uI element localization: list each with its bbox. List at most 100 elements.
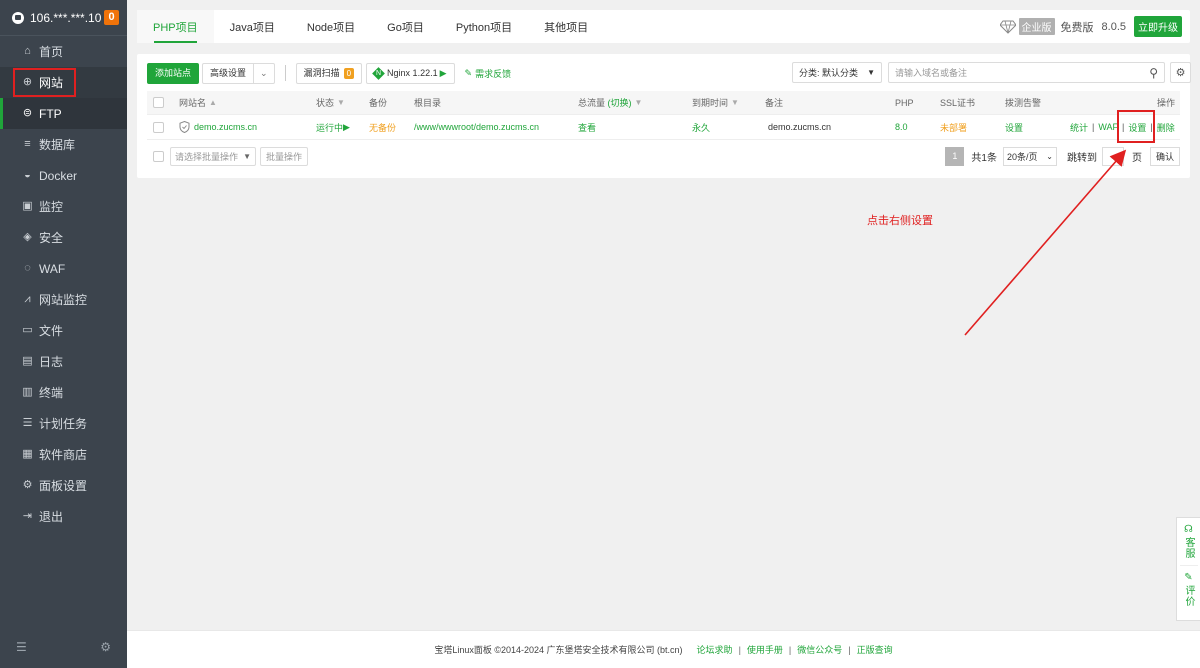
search-icon[interactable]: ⚲ <box>1149 66 1158 80</box>
total-count: 共1条 <box>971 152 997 164</box>
sidebar-item-store[interactable]: ▦ 软件商店 <box>0 439 127 470</box>
sidebar-item-database[interactable]: ≡ 数据库 <box>0 129 127 160</box>
caret-down-icon: ▼ <box>243 151 251 161</box>
header-ops: 操作 <box>1157 98 1176 108</box>
edition-info: 企业版 免费版 8.0.5 立即升级 <box>999 10 1190 43</box>
vuln-scan-label: 漏洞扫描 <box>303 67 340 78</box>
header-name[interactable]: 网站名 ▲ <box>179 91 217 114</box>
feedback-label: 需求反馈 <box>475 68 512 79</box>
vuln-scan-button[interactable]: 漏洞扫描 0 <box>295 62 363 84</box>
footer-link-manual[interactable]: 使用手册 <box>747 643 783 656</box>
tab-node[interactable]: Node项目 <box>291 10 371 43</box>
traffic-switch-link[interactable]: (切换) <box>608 96 632 109</box>
settings-icon: ⚙ <box>22 479 33 491</box>
upgrade-button[interactable]: 立即升级 <box>1134 16 1182 37</box>
enterprise-badge[interactable]: 企业版 <box>1018 18 1055 35</box>
backup-link[interactable]: 无备份 <box>369 115 396 139</box>
tab-php[interactable]: PHP项目 <box>137 10 214 43</box>
review-label: 评价 <box>1183 585 1194 607</box>
review-button[interactable]: ✎ 评价 <box>1181 566 1196 607</box>
site-name-cell[interactable]: demo.zucms.cn <box>179 115 257 139</box>
menu-toggle-icon[interactable]: ☰ <box>16 640 27 654</box>
select-all-checkbox[interactable] <box>153 97 164 108</box>
jump-page-input[interactable] <box>1101 146 1124 166</box>
caret-down-icon: ▼ <box>867 68 875 77</box>
copyright-text: 宝塔Linux面板 ©2014-2024 广东堡塔安全技术有限公司 (bt.cn… <box>434 645 683 655</box>
customer-service-button[interactable]: ☊ 客服 <box>1181 518 1196 559</box>
annotation-highlight-website <box>13 68 76 97</box>
advanced-settings-button[interactable]: 高级设置 <box>202 62 255 84</box>
stats-link[interactable]: 统计 <box>1070 121 1088 134</box>
waf-link[interactable]: WAF <box>1098 122 1118 132</box>
tab-python[interactable]: Python项目 <box>440 10 528 43</box>
traffic-view-link[interactable]: 查看 <box>578 115 596 139</box>
tab-java[interactable]: Java项目 <box>214 10 291 43</box>
sidebar-item-security[interactable]: ◈ 安全 <box>0 222 127 253</box>
category-select[interactable]: 分类: 默认分类 ▼ <box>792 62 882 83</box>
sidebar-item-panel-settings[interactable]: ⚙ 面板设置 <box>0 470 127 501</box>
sidebar-item-label: 终端 <box>39 386 64 400</box>
page-size-select[interactable]: 20条/页 ⌄ <box>1002 146 1057 166</box>
sidebar-item-cron[interactable]: ☰ 计划任务 <box>0 408 127 439</box>
php-version-link[interactable]: 8.0 <box>895 115 908 139</box>
ssl-status-link[interactable]: 未部署 <box>940 115 967 139</box>
sidebar-item-label: 首页 <box>39 45 64 59</box>
note-field[interactable]: demo.zucms.cn <box>768 115 831 139</box>
status-toggle[interactable]: 运行中 ▶ <box>316 115 350 139</box>
row-checkbox[interactable] <box>153 121 164 133</box>
message-badge[interactable]: 0 <box>104 10 119 25</box>
column-settings-button[interactable]: ⚙ <box>1170 62 1191 83</box>
sort-desc-icon: ▼ <box>337 98 345 107</box>
batch-select[interactable]: 请选择批量操作 ▼ <box>170 146 256 166</box>
alert-settings-link[interactable]: 设置 <box>1005 115 1023 139</box>
batch-action-button[interactable]: 批量操作 <box>260 146 309 166</box>
add-site-button[interactable]: 添加站点 <box>147 62 200 84</box>
gear-icon[interactable]: ⚙ <box>100 640 111 654</box>
sidebar-nav: ⌂ 首页 ⊕ 网站 ⊜ FTP ≡ 数据库 ◒ Docker ▣ 监控 ◈ 安全 ◌ WAF ⩘… <box>0 36 127 532</box>
header-name-label: 网站名 <box>179 98 207 108</box>
header-backup: 备份 <box>369 98 388 108</box>
chevron-down-icon: ⌄ <box>1046 151 1053 161</box>
footer-divider: | <box>788 644 792 655</box>
nginx-button[interactable]: N Nginx 1.22.1 ▶ <box>366 62 455 84</box>
site-name-link[interactable]: demo.zucms.cn <box>194 122 257 132</box>
sidebar-item-label: 计划任务 <box>39 417 88 431</box>
monitor-icon: ▣ <box>22 200 33 212</box>
sidebar-item-label: 数据库 <box>39 138 76 152</box>
sidebar-item-label: 安全 <box>39 231 64 245</box>
sidebar-item-home[interactable]: ⌂ 首页 <box>0 36 127 67</box>
tab-other[interactable]: 其他项目 <box>528 10 604 43</box>
advanced-dropdown-button[interactable]: ⌄ <box>254 62 275 84</box>
sidebar-item-files[interactable]: ▭ 文件 <box>0 315 127 346</box>
jump-confirm-button[interactable]: 确认 <box>1149 146 1180 166</box>
root-dir-link[interactable]: /www/wwwroot/demo.zucms.cn <box>414 115 539 139</box>
sidebar-item-monitor[interactable]: ▣ 监控 <box>0 191 127 222</box>
shield-icon: ◈ <box>23 231 32 243</box>
tab-go[interactable]: Go项目 <box>371 10 440 43</box>
ftp-icon: ⊜ <box>22 107 33 119</box>
nginx-label: Nginx 1.22.1 <box>387 67 438 78</box>
server-header[interactable]: 106.***.***.10 0 <box>0 0 127 36</box>
search-input[interactable]: 请输入域名或备注 ⚲ <box>888 62 1165 83</box>
footer-link-forum[interactable]: 论坛求助 <box>697 643 733 656</box>
footer-link-license[interactable]: 正版查询 <box>857 643 893 656</box>
sidebar-item-logs[interactable]: ▤ 日志 <box>0 346 127 377</box>
sidebar-item-ftp[interactable]: ⊜ FTP <box>0 98 127 129</box>
batch-checkbox[interactable] <box>153 150 164 162</box>
current-page[interactable]: 1 <box>945 146 965 166</box>
database-icon: ≡ <box>24 138 31 150</box>
expire-link[interactable]: 永久 <box>692 115 710 139</box>
sidebar-item-docker[interactable]: ◒ Docker <box>0 160 127 191</box>
header-status[interactable]: 状态 ▼ <box>316 91 345 114</box>
delete-link[interactable]: 删除 <box>1157 121 1175 134</box>
header-traffic[interactable]: 总流量 (切换) ▼ <box>578 91 642 114</box>
sidebar-item-site-monitor[interactable]: ⩘ 网站监控 <box>0 284 127 315</box>
sidebar-item-terminal[interactable]: ▥ 终端 <box>0 377 127 408</box>
sidebar-item-waf[interactable]: ◌ WAF <box>0 253 127 284</box>
footer-link-wechat[interactable]: 微信公众号 <box>797 643 842 656</box>
sidebar-item-label: FTP <box>39 106 62 121</box>
sidebar-item-logout[interactable]: ⇥ 退出 <box>0 501 127 532</box>
feedback-link[interactable]: ✎ 需求反馈 <box>465 67 512 80</box>
jump-label: 跳转到 <box>1066 152 1097 164</box>
header-expire[interactable]: 到期时间 ▼ <box>692 91 739 114</box>
